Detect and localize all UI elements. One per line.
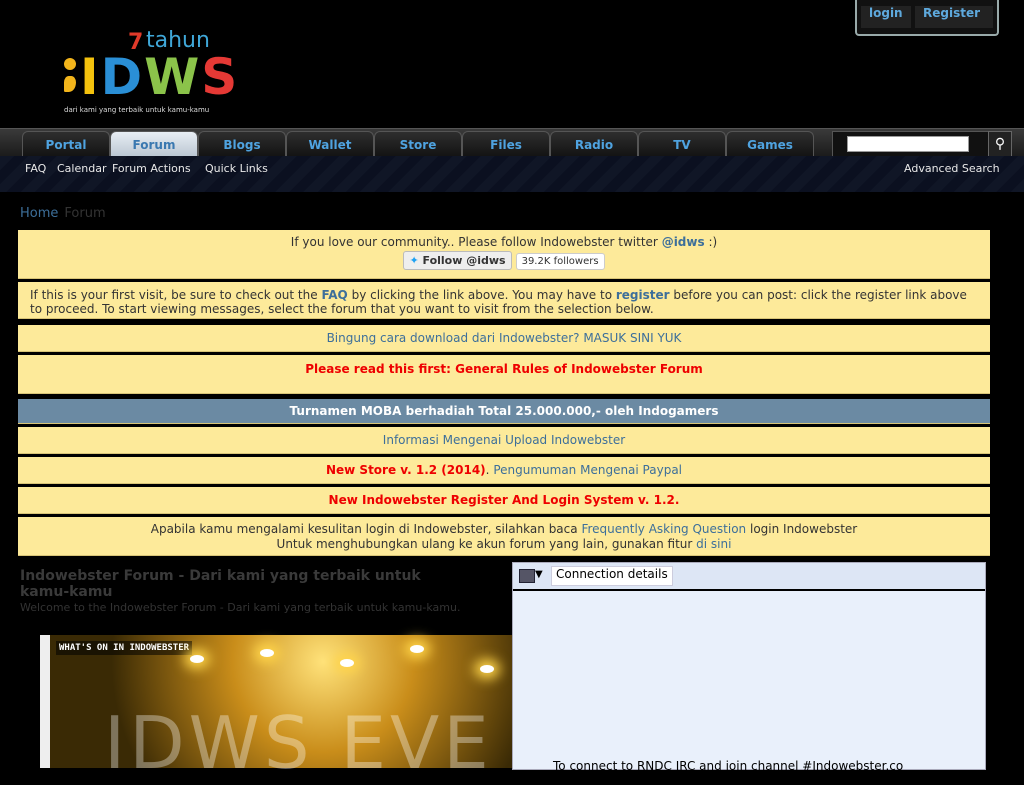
login-help-text-3: Untuk menghubungkan ulang ke akun forum … xyxy=(276,537,693,551)
banner-text: IDWS EVE xyxy=(104,701,493,785)
reconnect-link[interactable]: di sini xyxy=(696,537,731,551)
login-help-text-1: Apabila kamu mengalami kesulitan login d… xyxy=(150,522,578,536)
connection-details-button[interactable]: Connection details xyxy=(551,566,673,586)
download-help-link[interactable]: Bingung cara download dari Indowebster? … xyxy=(327,331,682,345)
store-link[interactable]: New Store v. 1.2 (2014) xyxy=(326,463,486,477)
twitter-follow-label: Follow @idws xyxy=(422,254,506,267)
advanced-search-link[interactable]: Advanced Search xyxy=(904,162,1000,175)
breadcrumb-home[interactable]: Home xyxy=(20,206,58,221)
spotlight-icon xyxy=(340,659,354,667)
spotlight-icon xyxy=(260,649,274,657)
login-link[interactable]: login xyxy=(861,6,911,28)
tab-store[interactable]: Store xyxy=(374,131,462,158)
main-nav: Portal Forum Blogs Wallet Store Files Ra… xyxy=(0,128,1024,158)
rules-link[interactable]: Please read this first: General Rules of… xyxy=(305,362,703,376)
notice-register-system: New Indowebster Register And Login Syste… xyxy=(18,487,990,514)
register-inline-link[interactable]: register xyxy=(616,288,670,302)
subnav-quick-links[interactable]: Quick Links xyxy=(205,162,268,175)
banner-tag: WHAT'S ON IN INDOWEBSTER xyxy=(56,641,193,655)
breadcrumb: Home Forum xyxy=(20,206,106,221)
twitter-bird-icon: ✦ xyxy=(409,254,419,267)
subnav-calendar[interactable]: Calendar xyxy=(57,162,106,175)
notice-store: New Store v. 1.2 (2014). Pengumuman Meng… xyxy=(18,457,990,484)
upload-info-link[interactable]: Informasi Mengenai Upload Indowebster xyxy=(383,433,625,447)
subnav-faq[interactable]: FAQ xyxy=(25,162,46,175)
featured-banner[interactable]: WHAT'S ON IN INDOWEBSTER IDWS EVE xyxy=(40,635,512,785)
breadcrumb-current: Forum xyxy=(64,206,106,221)
notice-login-help: Apabila kamu mengalami kesulitan login d… xyxy=(18,517,990,556)
irc-app-icon[interactable] xyxy=(519,569,535,583)
search-box xyxy=(832,131,992,157)
auth-box: login Register xyxy=(855,0,999,36)
irc-widget: ▼ Connection details To connect to RNDC … xyxy=(512,562,986,773)
irc-connect-text: To connect to RNDC IRC and join channel … xyxy=(553,759,904,773)
forum-subtitle: Welcome to the Indowebster Forum - Dari … xyxy=(20,601,461,614)
tab-radio[interactable]: Radio xyxy=(550,131,638,158)
search-button[interactable]: ⚲ xyxy=(988,131,1012,157)
banner-border xyxy=(40,635,50,768)
sub-nav: FAQ Calendar Forum Actions Quick Links A… xyxy=(0,156,1024,192)
logo-brand: IDWS xyxy=(80,48,240,106)
tournament-link[interactable]: Turnamen MOBA berhadiah Total 25.000.000… xyxy=(290,404,719,418)
first-visit-text-1: If this is your first visit, be sure to … xyxy=(30,288,318,302)
tab-files[interactable]: Files xyxy=(462,131,550,158)
tab-tv[interactable]: TV xyxy=(638,131,726,158)
site-header: 7 tahun IDWS dari kami yang terbaik untu… xyxy=(0,0,1024,128)
search-input[interactable] xyxy=(847,136,969,152)
tab-portal[interactable]: Portal xyxy=(22,131,110,158)
notice-download: Bingung cara download dari Indowebster? … xyxy=(18,325,990,352)
site-logo[interactable]: 7 tahun IDWS dari kami yang terbaik untu… xyxy=(60,22,237,118)
dropdown-arrow-icon[interactable]: ▼ xyxy=(535,569,543,580)
spotlight-icon xyxy=(410,645,424,653)
logo-dot xyxy=(64,58,76,70)
logo-comma xyxy=(64,76,76,92)
store-sep: . xyxy=(485,463,490,477)
subnav-forum-actions[interactable]: Forum Actions xyxy=(112,162,191,175)
twitter-handle[interactable]: @idws xyxy=(662,235,705,249)
twitter-followers-count: 39.2K followers xyxy=(515,253,605,270)
spotlight-icon xyxy=(190,655,204,663)
faq-login-link[interactable]: Frequently Asking Question xyxy=(581,522,746,536)
logo-tagline: dari kami yang terbaik untuk kamu-kamu xyxy=(64,106,210,114)
first-visit-text-2: by clicking the link above. You may have… xyxy=(351,288,613,302)
twitter-suffix: :) xyxy=(708,235,718,249)
register-system-link[interactable]: New Indowebster Register And Login Syste… xyxy=(329,493,680,507)
notice-rules: Please read this first: General Rules of… xyxy=(18,355,990,394)
tab-forum[interactable]: Forum xyxy=(110,131,198,158)
twitter-follow-button[interactable]: ✦ Follow @idws xyxy=(403,251,512,270)
tab-wallet[interactable]: Wallet xyxy=(286,131,374,158)
notice-twitter: If you love our community.. Please follo… xyxy=(18,230,990,279)
notice-first-visit: If this is your first visit, be sure to … xyxy=(18,282,990,319)
notice-tournament: Turnamen MOBA berhadiah Total 25.000.000… xyxy=(18,399,990,424)
twitter-text: If you love our community.. Please follo… xyxy=(290,235,658,249)
login-help-text-2: login Indowebster xyxy=(749,522,858,536)
forum-title: Indowebster Forum - Dari kami yang terba… xyxy=(20,568,421,600)
paypal-link[interactable]: Pengumuman Mengenai Paypal xyxy=(493,463,682,477)
notice-upload: Informasi Mengenai Upload Indowebster xyxy=(18,427,990,454)
faq-link[interactable]: FAQ xyxy=(321,288,347,302)
search-icon: ⚲ xyxy=(994,136,1006,152)
register-link[interactable]: Register xyxy=(915,6,993,28)
irc-toolbar: ▼ Connection details xyxy=(513,563,985,591)
tab-blogs[interactable]: Blogs xyxy=(198,131,286,158)
spotlight-icon xyxy=(480,665,494,673)
tab-games[interactable]: Games xyxy=(726,131,814,158)
